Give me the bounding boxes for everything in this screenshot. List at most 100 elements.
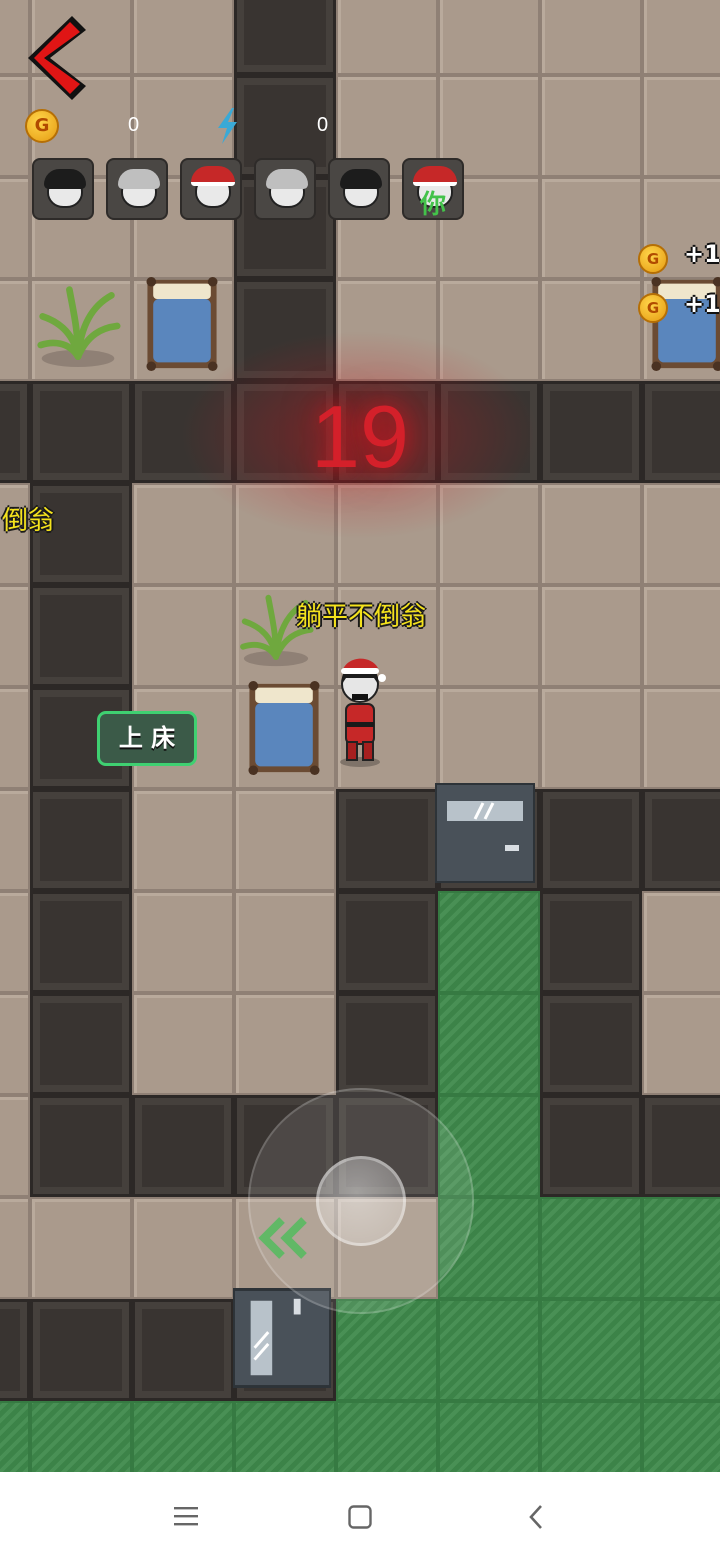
grass-tile xyxy=(642,1401,720,1472)
wall-tile xyxy=(336,993,438,1095)
floor-tile xyxy=(234,789,336,891)
grass-tile xyxy=(642,1197,720,1299)
grass-tile xyxy=(336,1401,438,1472)
player-avatar xyxy=(328,158,390,220)
wall-tile xyxy=(540,891,642,993)
santa-hat-icon xyxy=(191,166,235,186)
player-name: 躺平不倒翁 xyxy=(296,602,427,632)
grass-tile xyxy=(438,993,540,1095)
floor-tile xyxy=(642,75,720,177)
potted-plant xyxy=(35,280,121,370)
wall-tile xyxy=(540,993,642,1095)
bed xyxy=(245,680,323,776)
back-icon[interactable] xyxy=(528,1504,544,1530)
wall-tile xyxy=(0,381,30,483)
wall-tile xyxy=(642,381,720,483)
floor-tile xyxy=(336,0,438,75)
floor-tile xyxy=(30,1197,132,1299)
floor-tile xyxy=(540,483,642,585)
avatar-hair xyxy=(340,169,382,189)
floor-tile xyxy=(0,177,30,279)
player-avatar xyxy=(106,158,168,220)
floor-tile xyxy=(642,585,720,687)
floor-tile xyxy=(540,279,642,381)
coin-gain-text: +1 xyxy=(684,240,720,268)
home-icon[interactable] xyxy=(348,1505,372,1529)
floor-tile xyxy=(642,0,720,75)
door[interactable] xyxy=(433,781,537,885)
floor-tile xyxy=(438,0,540,75)
coin-gain-icon: G xyxy=(638,244,668,274)
floor-tile xyxy=(132,789,234,891)
grass-tile xyxy=(438,891,540,993)
avatar-hair xyxy=(44,169,86,189)
floor-tile xyxy=(132,891,234,993)
floor-tile xyxy=(132,993,234,1095)
other-player-name: 倒翁 xyxy=(2,506,55,536)
floor-tile xyxy=(438,585,540,687)
floor-tile xyxy=(540,177,642,279)
wall-tile xyxy=(30,789,132,891)
wall-tile xyxy=(30,1299,132,1401)
grass-tile xyxy=(132,1401,234,1472)
santa-hat-icon xyxy=(413,166,457,186)
countdown-timer: 19 xyxy=(311,387,409,486)
floor-tile xyxy=(438,687,540,789)
floor-tile xyxy=(540,585,642,687)
floor-tile xyxy=(642,891,720,993)
bed xyxy=(143,276,221,372)
floor-tile xyxy=(132,585,234,687)
floor-tile xyxy=(540,75,642,177)
player-avatar xyxy=(254,158,316,220)
floor-tile xyxy=(0,1197,30,1299)
wall-tile xyxy=(132,1299,234,1401)
wall-tile xyxy=(132,1095,234,1197)
player-avatar xyxy=(180,158,242,220)
energy-count: 0 xyxy=(317,114,329,136)
wall-tile xyxy=(540,1095,642,1197)
wall-tile xyxy=(30,891,132,993)
wall-tile xyxy=(336,891,438,993)
dash-arrows-icon[interactable] xyxy=(256,1216,316,1260)
menu-icon[interactable] xyxy=(174,1506,198,1526)
floor-tile xyxy=(642,687,720,789)
grass-tile xyxy=(540,1197,642,1299)
floor-tile xyxy=(540,0,642,75)
floor-tile xyxy=(132,1197,234,1299)
wall-tile xyxy=(234,0,336,75)
floor-tile xyxy=(540,687,642,789)
grass-tile xyxy=(0,1401,30,1472)
coin-gain-text: +1 xyxy=(684,290,720,318)
wall-tile xyxy=(540,789,642,891)
grass-tile xyxy=(540,1401,642,1472)
avatar-hair xyxy=(266,169,308,189)
you-label: 你 xyxy=(420,190,447,220)
wall-tile xyxy=(642,789,720,891)
floor-tile xyxy=(0,279,30,381)
grass-tile xyxy=(642,1299,720,1401)
grass-tile xyxy=(234,1401,336,1472)
grass-tile xyxy=(540,1299,642,1401)
floor-tile xyxy=(0,789,30,891)
avatar-hair xyxy=(118,169,160,189)
floor-tile xyxy=(642,993,720,1095)
grass-tile xyxy=(336,1299,438,1401)
back-arrow-icon[interactable] xyxy=(20,12,92,104)
floor-tile xyxy=(234,891,336,993)
wall-tile xyxy=(0,1299,30,1401)
wall-tile xyxy=(30,993,132,1095)
wall-tile xyxy=(30,585,132,687)
player-character xyxy=(330,650,390,770)
coin-count: 0 xyxy=(128,114,140,136)
wall-tile xyxy=(336,789,438,891)
lightning-icon xyxy=(218,108,237,144)
player-avatar: 你 xyxy=(402,158,464,220)
floor-tile xyxy=(0,993,30,1095)
joystick-knob[interactable] xyxy=(316,1156,406,1246)
system-nav-bar xyxy=(0,1472,720,1560)
grass-tile xyxy=(438,1299,540,1401)
get-in-bed-button[interactable]: 上 床 xyxy=(97,711,197,766)
floor-tile xyxy=(234,993,336,1095)
coin-gain-icon: G xyxy=(638,293,668,323)
wall-tile xyxy=(30,381,132,483)
